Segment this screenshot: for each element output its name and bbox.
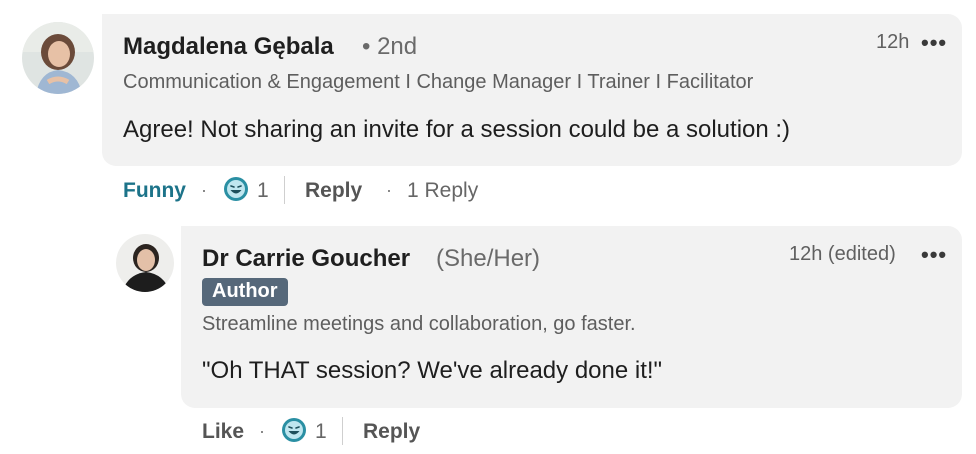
reaction-count[interactable]: 1 bbox=[257, 179, 269, 203]
reaction-count[interactable]: 1 bbox=[315, 420, 327, 444]
divider bbox=[284, 176, 285, 204]
author-badge: Author bbox=[202, 278, 288, 306]
more-options-icon[interactable]: ••• bbox=[921, 244, 947, 266]
laugh-icon[interactable] bbox=[281, 417, 307, 443]
timestamp: 12h bbox=[876, 31, 910, 53]
timestamp: 12h (edited) bbox=[789, 243, 896, 265]
separator-dot: · bbox=[386, 180, 392, 200]
reply-button[interactable]: Reply bbox=[305, 179, 362, 203]
avatar-carrie[interactable] bbox=[116, 234, 174, 292]
author-headline: Communication & Engagement I Change Mana… bbox=[123, 71, 754, 93]
separator-dot: · bbox=[259, 421, 265, 441]
laugh-icon[interactable] bbox=[223, 176, 249, 202]
more-options-icon[interactable]: ••• bbox=[921, 32, 947, 54]
reply-button[interactable]: Reply bbox=[363, 420, 420, 444]
replies-count-link[interactable]: 1 Reply bbox=[407, 179, 478, 203]
like-button[interactable]: Like bbox=[202, 420, 244, 444]
separator-dot: · bbox=[201, 180, 207, 200]
comment-text: "Oh THAT session? We've already done it!… bbox=[202, 357, 663, 384]
author-headline: Streamline meetings and collaboration, g… bbox=[202, 313, 636, 335]
reaction-button[interactable]: Funny bbox=[123, 179, 186, 203]
author-pronouns: (She/Her) bbox=[436, 245, 541, 272]
connection-degree: • 2nd bbox=[362, 33, 418, 60]
author-name[interactable]: Magdalena Gębala bbox=[123, 33, 334, 61]
comment-text: Agree! Not sharing an invite for a sessi… bbox=[123, 116, 791, 143]
author-name[interactable]: Dr Carrie Goucher bbox=[202, 245, 410, 273]
divider bbox=[342, 417, 343, 445]
avatar-magdalena[interactable] bbox=[22, 22, 94, 94]
